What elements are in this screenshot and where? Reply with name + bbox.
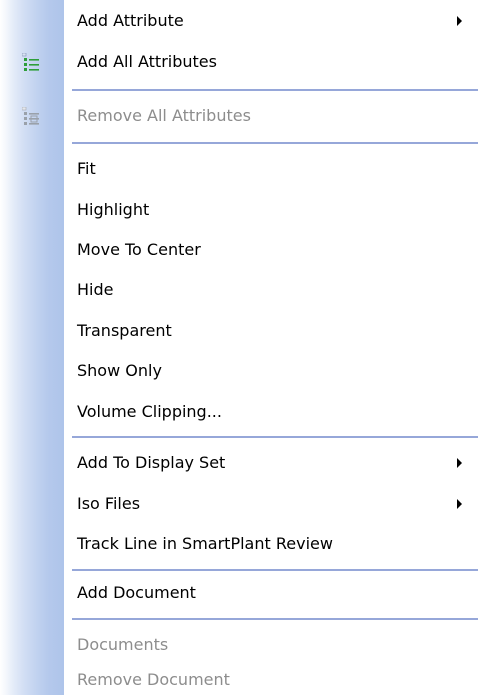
menu-item-label: Add To Display Set (77, 453, 226, 472)
context-menu: Add Attribute Add All Attributes Remove … (0, 0, 478, 695)
menu-item-transparent[interactable]: Transparent (64, 313, 478, 349)
menu-item-hide[interactable]: Hide (64, 272, 478, 308)
menu-item-add-document[interactable]: Add Document (64, 575, 478, 611)
menu-item-label: Transparent (77, 321, 172, 340)
menu-item-remove-document[interactable]: Remove Document (64, 662, 478, 695)
menu-item-label: Track Line in SmartPlant Review (77, 534, 333, 553)
menu-item-label: Highlight (77, 200, 150, 219)
submenu-arrow-icon (457, 16, 462, 26)
menu-item-remove-all-attributes[interactable]: Remove All Attributes (64, 98, 478, 134)
menu-item-label: Fit (77, 159, 96, 178)
menu-item-volume-clipping[interactable]: Volume Clipping... (64, 394, 478, 430)
menu-icon-gutter (0, 0, 64, 695)
menu-separator (72, 89, 478, 91)
menu-item-move-to-center[interactable]: Move To Center (64, 232, 478, 268)
menu-item-fit[interactable]: Fit (64, 151, 478, 187)
menu-item-add-to-display-set[interactable]: Add To Display Set (64, 445, 478, 481)
menu-separator (72, 618, 478, 620)
menu-item-iso-files[interactable]: Iso Files (64, 486, 478, 522)
menu-item-label: Hide (77, 280, 114, 299)
submenu-arrow-icon (457, 499, 462, 509)
menu-item-label: Add All Attributes (77, 52, 217, 71)
menu-item-label: Volume Clipping... (77, 402, 222, 421)
menu-item-show-only[interactable]: Show Only (64, 353, 478, 389)
submenu-arrow-icon (457, 458, 462, 468)
menu-separator (72, 142, 478, 144)
add-list-icon (22, 53, 39, 71)
remove-list-icon (22, 107, 39, 125)
menu-item-add-all-attributes[interactable]: Add All Attributes (64, 44, 478, 80)
menu-separator (72, 436, 478, 438)
menu-item-label: Remove Document (77, 670, 230, 689)
menu-item-label: Add Document (77, 583, 196, 602)
menu-item-label: Move To Center (77, 240, 201, 259)
menu-item-label: Documents (77, 635, 169, 654)
menu-item-documents[interactable]: Documents (64, 627, 478, 663)
menu-item-label: Add Attribute (77, 11, 184, 30)
menu-item-highlight[interactable]: Highlight (64, 192, 478, 228)
menu-separator (72, 569, 478, 571)
menu-item-track-line[interactable]: Track Line in SmartPlant Review (64, 526, 478, 562)
menu-item-add-attribute[interactable]: Add Attribute (64, 3, 478, 39)
menu-item-label: Iso Files (77, 494, 141, 513)
menu-item-label: Show Only (77, 361, 162, 380)
menu-item-label: Remove All Attributes (77, 106, 251, 125)
